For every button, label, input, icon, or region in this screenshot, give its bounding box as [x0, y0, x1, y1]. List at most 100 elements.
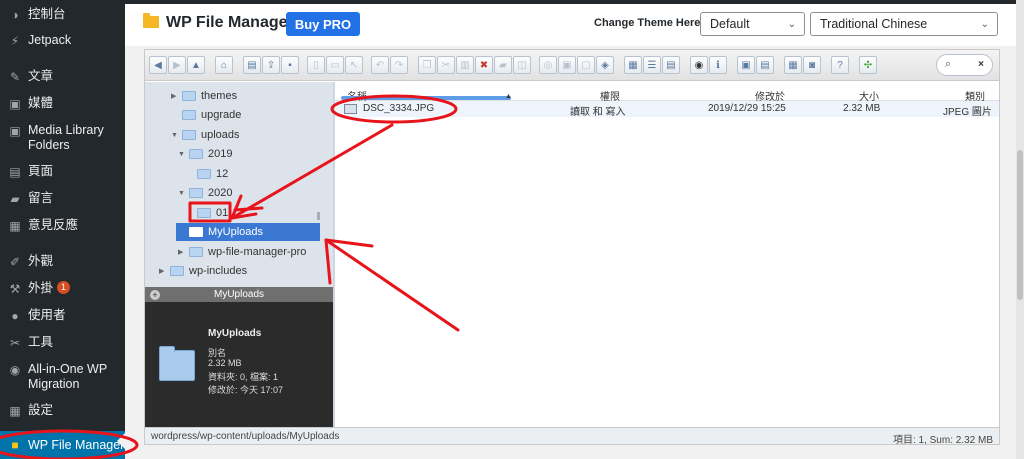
- chevron-right-icon[interactable]: ▶: [159, 267, 167, 275]
- file-row[interactable]: DSC_3334.JPG 讀取 和 寫入 2019/12/29 15:25 2.…: [335, 101, 999, 118]
- sort-icon[interactable]: ▤: [662, 56, 680, 74]
- feedback-icon: ▦: [9, 218, 21, 233]
- open-icon[interactable]: ▯: [307, 56, 325, 74]
- redo-icon[interactable]: ↷: [390, 56, 408, 74]
- file-size: 2.32 MB: [843, 103, 881, 114]
- tree-item-12[interactable]: 12: [197, 165, 228, 183]
- info-icon[interactable]: ℹ: [709, 56, 727, 74]
- menu-posts[interactable]: ✎ 文章: [0, 69, 125, 84]
- chevron-right-icon[interactable]: ▶: [171, 92, 179, 100]
- chevron-down-icon[interactable]: ▼: [178, 151, 186, 158]
- wrench-icon: ✂: [9, 335, 21, 350]
- menu-comments[interactable]: ▰ 留言: [0, 191, 125, 206]
- tree-item-2019[interactable]: ▼ 2019: [178, 145, 232, 163]
- page-icon: ▤: [9, 164, 21, 179]
- upload-icon[interactable]: ⇪: [262, 56, 280, 74]
- tree-item-myuploads[interactable]: MyUploads: [176, 223, 320, 241]
- theme-select[interactable]: Default ⌄: [700, 12, 805, 36]
- tree-item-wp-includes[interactable]: ▶ wp-includes: [159, 262, 247, 280]
- tree-item-01[interactable]: 01: [197, 204, 228, 222]
- netmount-icon[interactable]: ◙: [803, 56, 821, 74]
- chevron-right-icon[interactable]: ▶: [178, 248, 186, 256]
- resize-icon[interactable]: ▢: [577, 56, 595, 74]
- menu-media-library-folders[interactable]: ▣ Media Library Folders: [0, 123, 125, 153]
- archive-icon[interactable]: ▣: [737, 56, 755, 74]
- page-scrollbar[interactable]: [1016, 0, 1024, 459]
- paste-icon[interactable]: ▥: [456, 56, 474, 74]
- help-icon[interactable]: ?: [831, 56, 849, 74]
- extract-icon[interactable]: ◈: [596, 56, 614, 74]
- save-icon[interactable]: ▪: [281, 56, 299, 74]
- menu-plugins[interactable]: ⚒ 外掛 1: [0, 281, 125, 296]
- tree-item-upgrade[interactable]: upgrade: [182, 106, 241, 124]
- back-icon[interactable]: ◀: [149, 56, 167, 74]
- delete-icon[interactable]: ✖: [475, 56, 493, 74]
- places-icon[interactable]: ▦: [784, 56, 802, 74]
- chevron-down-icon[interactable]: ▼: [171, 132, 179, 139]
- menu-jetpack[interactable]: ⚡ Jetpack: [0, 33, 125, 48]
- copy-icon[interactable]: ❐: [418, 56, 436, 74]
- home-icon[interactable]: ⌂: [215, 56, 233, 74]
- menu-all-in-one-migration[interactable]: ◉ All-in-One WP Migration: [0, 362, 125, 392]
- tree-item-themes[interactable]: ▶ themes: [171, 87, 237, 105]
- list-view-icon[interactable]: ☰: [643, 56, 661, 74]
- chevron-down-icon[interactable]: ▼: [178, 190, 186, 197]
- settings-icon: ▦: [9, 403, 21, 418]
- download-icon[interactable]: ▭: [326, 56, 344, 74]
- menu-pages[interactable]: ▤ 頁面: [0, 164, 125, 179]
- file-permission: 讀取 和 寫入: [570, 107, 626, 118]
- menu-dashboard[interactable]: ◑ 控制台: [0, 7, 125, 22]
- admin-bar-edge: [125, 0, 1024, 4]
- page-title: WP File Manager: [166, 14, 294, 31]
- tree-item-uploads[interactable]: ▼ uploads: [171, 126, 240, 144]
- current-path: wordpress/wp-content/uploads/MyUploads: [151, 431, 340, 442]
- rename-icon[interactable]: ◎: [539, 56, 557, 74]
- menu-label: 使用者: [28, 308, 66, 322]
- info-name: MyUploads: [208, 328, 262, 339]
- menu-wp-file-manager[interactable]: ■ WP File Manager: [0, 431, 125, 459]
- select-icon[interactable]: ↖: [345, 56, 363, 74]
- search-input[interactable]: ⌕ ×: [936, 54, 993, 76]
- search-icon: ⌕: [945, 58, 952, 70]
- theme-label: Change Theme Here:: [594, 17, 705, 29]
- icons-view-icon[interactable]: ▦: [624, 56, 642, 74]
- media-folders-icon: ▣: [9, 123, 21, 138]
- tree-label: 01: [216, 207, 229, 219]
- mkfile-icon[interactable]: ▤: [756, 56, 774, 74]
- sort-arrow-icon: ▲: [505, 93, 512, 100]
- cut-icon[interactable]: ✂: [437, 56, 455, 74]
- folder-icon: [182, 130, 196, 140]
- folder-icon: [197, 169, 211, 179]
- tree-label: themes: [201, 90, 238, 102]
- edit-icon[interactable]: ▣: [558, 56, 576, 74]
- folder-icon: [182, 110, 196, 120]
- undo-icon[interactable]: ↶: [371, 56, 389, 74]
- tree-label: 12: [216, 168, 229, 180]
- info-counts: 資料夾: 0, 檔案: 1: [208, 372, 279, 382]
- buy-pro-button[interactable]: Buy PRO: [286, 12, 360, 36]
- fullscreen-icon[interactable]: ✣: [859, 56, 877, 74]
- plus-icon[interactable]: +: [150, 290, 160, 300]
- forward-icon[interactable]: ▶: [168, 56, 186, 74]
- menu-label: 文章: [28, 69, 54, 83]
- language-select[interactable]: Traditional Chinese ⌄: [810, 12, 998, 36]
- empty-icon[interactable]: ▰: [494, 56, 512, 74]
- menu-users[interactable]: ● 使用者: [0, 308, 125, 323]
- sorted-column-indicator: [341, 96, 511, 100]
- tree-item-2020[interactable]: ▼ 2020: [178, 184, 232, 202]
- preview-icon[interactable]: ◉: [690, 56, 708, 74]
- menu-feedback[interactable]: ▦ 意見反應: [0, 218, 125, 233]
- tree-item-wp-file-manager-pro[interactable]: ▶ wp-file-manager-pro: [178, 243, 306, 261]
- up-icon[interactable]: ▲: [187, 56, 205, 74]
- menu-media[interactable]: ▣ 媒體: [0, 96, 125, 111]
- new-folder-icon[interactable]: ▤: [243, 56, 261, 74]
- scrollbar-thumb[interactable]: [1017, 150, 1023, 300]
- tree-scrollbar[interactable]: [317, 212, 320, 220]
- menu-label: All-in-One WP Migration: [28, 362, 107, 391]
- duplicate-icon[interactable]: ◫: [513, 56, 531, 74]
- screen: ◑ 控制台 ⚡ Jetpack ✎ 文章 ▣ 媒體 ▣ Media Librar…: [0, 0, 1024, 459]
- menu-appearance[interactable]: ✐ 外觀: [0, 254, 125, 269]
- menu-settings[interactable]: ▦ 設定: [0, 403, 125, 418]
- clear-icon[interactable]: ×: [978, 59, 984, 70]
- menu-tools[interactable]: ✂ 工具: [0, 335, 125, 350]
